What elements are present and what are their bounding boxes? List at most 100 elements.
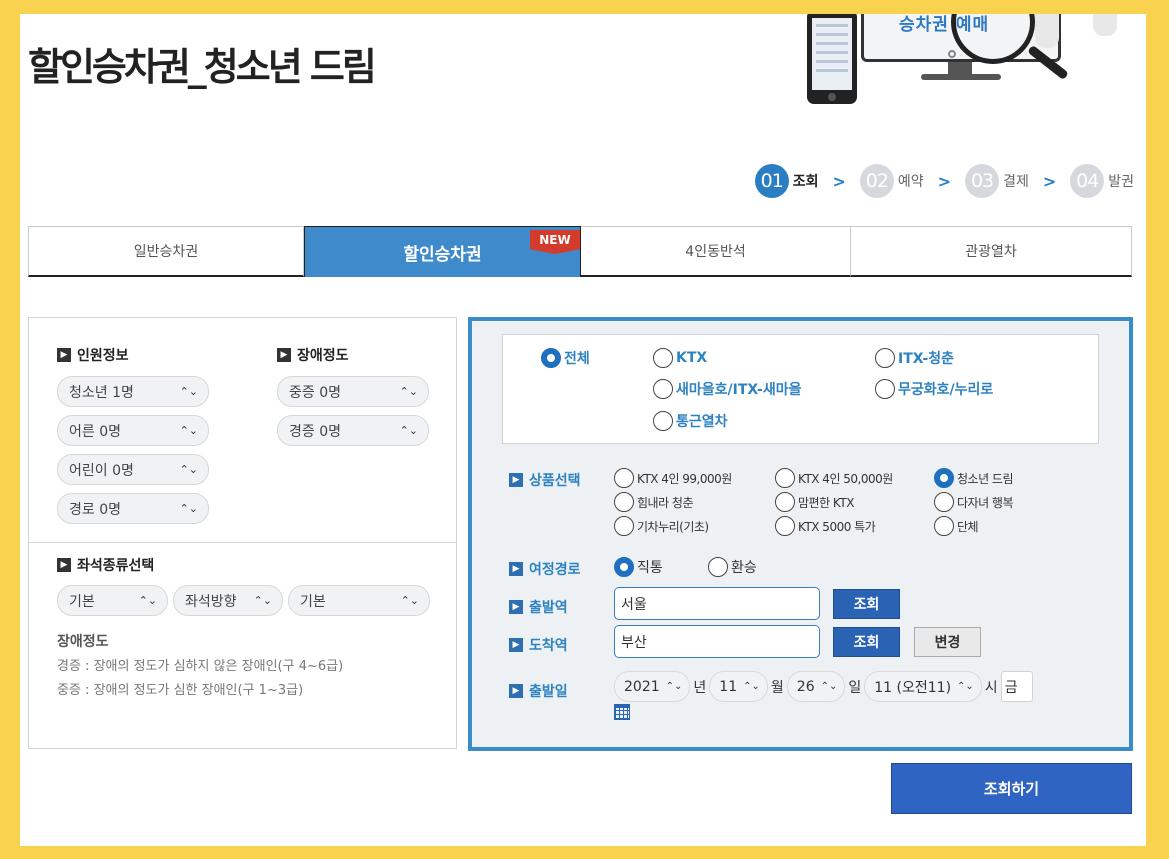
updown-chevron-icon: ⌃⌄	[820, 681, 838, 692]
bullet-icon: ▶	[509, 638, 523, 652]
senior-count-select[interactable]: 경로 0명 ⌃⌄	[57, 493, 209, 524]
updown-chevron-icon: ⌃⌄	[665, 681, 683, 692]
train-type-commuter-radio[interactable]: 통근열차	[653, 411, 728, 431]
departure-station-input[interactable]	[614, 587, 820, 620]
divider	[29, 542, 456, 543]
bullet-icon: ▶	[509, 684, 523, 698]
arrival-station-input[interactable]	[614, 625, 820, 658]
updown-chevron-icon: ⌃⌄	[400, 594, 419, 607]
new-badge: NEW	[530, 230, 580, 254]
step-1: 01 조회	[754, 164, 819, 198]
tab-general-ticket[interactable]: 일반승차권	[28, 226, 304, 277]
mild-disability-select[interactable]: 경증 0명 ⌃⌄	[277, 415, 429, 446]
bullet-icon: ▶	[57, 348, 71, 362]
tab-discount-ticket[interactable]: 할인승차권 NEW	[304, 226, 581, 277]
radio-indicator	[653, 379, 673, 399]
weekday-field: 금	[1000, 671, 1033, 702]
date-selector-row: 2021 ⌃⌄ 년 11 ⌃⌄ 월 26 ⌃⌄ 일 11 (오전11) ⌃⌄ 시 금	[614, 671, 1033, 702]
day-select[interactable]: 26 ⌃⌄	[786, 671, 846, 702]
ticket-type-tabs: 일반승차권 할인승차권 NEW 4인동반석 관광열차	[28, 226, 1132, 277]
youth-count-select[interactable]: 청소년 1명 ⌃⌄	[57, 376, 209, 407]
note-line-mild: 경증 : 장애의 정도가 심하지 않은 장애인(구 4~6급)	[57, 659, 344, 674]
train-type-all-radio[interactable]: 전체	[541, 348, 590, 368]
step-4: 04 발권	[1070, 164, 1134, 198]
radio-indicator	[653, 348, 673, 368]
year-select[interactable]: 2021 ⌃⌄	[614, 671, 691, 702]
departure-label: ▶ 출발역	[509, 597, 568, 617]
route-transfer-radio[interactable]: 환승	[708, 557, 757, 577]
updown-chevron-icon: ⌃⌄	[399, 385, 418, 398]
radio-indicator	[875, 348, 895, 368]
train-type-itx-cheongchun-radio[interactable]: ITX-청춘	[875, 348, 954, 368]
radio-indicator	[541, 348, 561, 368]
hour-select[interactable]: 11 (오전11) ⌃⌄	[864, 671, 982, 702]
seat-type-title: ▶ 좌석종류선택	[57, 555, 154, 575]
monitor-power-dot	[948, 50, 956, 58]
product-ktx4-99000-radio[interactable]: KTX 4인 99,000원	[614, 468, 732, 488]
product-train-nuri-radio[interactable]: 기차누리(기초)	[614, 516, 709, 536]
step-label: 조회	[792, 174, 819, 190]
phone-illustration	[807, 14, 857, 104]
updown-chevron-icon: ⌃⌄	[399, 424, 418, 437]
tab-label: 할인승차권	[403, 244, 482, 265]
swap-stations-button[interactable]: 변경	[914, 627, 981, 657]
search-submit-button[interactable]: 조회하기	[891, 763, 1132, 814]
bullet-icon: ▶	[277, 348, 291, 362]
updown-chevron-icon: ⌃⌄	[138, 594, 157, 607]
product-youth-dream-radio[interactable]: 청소년 드림	[934, 468, 1014, 488]
tab-four-seat[interactable]: 4인동반석	[581, 226, 851, 277]
child-count-select[interactable]: 어린이 0명 ⌃⌄	[57, 454, 209, 485]
note-title: 장애정도	[57, 634, 109, 650]
product-ktx5000-radio[interactable]: KTX 5000 특가	[775, 516, 876, 536]
disability-title: ▶ 장애정도	[277, 345, 349, 365]
step-number: 04	[1070, 164, 1105, 198]
page-frame: 할인승차권_청소년 드림 승차권 예매 01 조회 > 02 예약 > 03 결…	[20, 14, 1146, 846]
updown-chevron-icon: ⌃⌄	[179, 385, 198, 398]
product-multi-child-radio[interactable]: 다자녀 행복	[934, 492, 1014, 512]
tab-tour-train[interactable]: 관광열차	[851, 226, 1132, 277]
updown-chevron-icon: ⌃⌄	[179, 463, 198, 476]
step-label: 결제	[1003, 174, 1029, 190]
step-2: 02 예약	[859, 164, 924, 198]
arrival-search-button[interactable]: 조회	[833, 627, 900, 657]
severe-disability-select[interactable]: 중증 0명 ⌃⌄	[277, 376, 429, 407]
updown-chevron-icon: ⌃⌄	[957, 681, 974, 692]
train-type-ktx-radio[interactable]: KTX	[653, 348, 707, 368]
calendar-icon[interactable]	[614, 704, 630, 720]
passenger-info-title: ▶ 인원정보	[57, 345, 129, 365]
bullet-icon: ▶	[57, 558, 71, 572]
cup-illustration-2	[1093, 14, 1117, 36]
step-number: 02	[859, 164, 894, 198]
step-label: 발권	[1108, 174, 1134, 190]
route-direct-radio[interactable]: 직통	[614, 557, 663, 577]
search-form-panel: 전체 KTX ITX-청춘 새마을호/ITX-새마을 무궁화호/누리로 통근열차…	[468, 317, 1133, 751]
seat-position-select[interactable]: 기본 ⌃⌄	[288, 585, 430, 616]
step-number: 03	[965, 164, 1000, 198]
seat-direction-select[interactable]: 좌석방향 ⌃⌄	[173, 585, 283, 616]
seat-class-select[interactable]: 기본 ⌃⌄	[57, 585, 168, 616]
step-number: 01	[754, 164, 789, 198]
bullet-icon: ▶	[509, 600, 523, 614]
chevron-right-icon: >	[1042, 171, 1057, 191]
bullet-icon: ▶	[509, 473, 523, 487]
note-line-severe: 중증 : 장애의 정도가 심한 장애인(구 1~3급)	[57, 683, 304, 698]
passenger-panel: ▶ 인원정보 ▶ 장애정도 청소년 1명 ⌃⌄ 어른 0명 ⌃⌄ 어린이 0명 ⌃⌄ …	[28, 317, 457, 749]
train-type-mugunghwa-radio[interactable]: 무궁화호/누리로	[875, 379, 993, 399]
product-cheer-youth-radio[interactable]: 힘내라 청춘	[614, 492, 694, 512]
month-select[interactable]: 11 ⌃⌄	[709, 671, 768, 702]
adult-count-select[interactable]: 어른 0명 ⌃⌄	[57, 415, 209, 446]
step-3: 03 결제	[965, 164, 1029, 198]
step-label: 예약	[897, 174, 924, 190]
updown-chevron-icon: ⌃⌄	[253, 594, 272, 607]
product-comfy-ktx-radio[interactable]: 맘편한 KTX	[775, 492, 854, 512]
date-label: ▶ 출발일	[509, 681, 568, 701]
product-group-radio[interactable]: 단체	[934, 516, 979, 536]
departure-search-button[interactable]: 조회	[833, 589, 900, 619]
train-type-saemaeul-radio[interactable]: 새마을호/ITX-새마을	[653, 379, 802, 399]
chevron-right-icon: >	[937, 171, 952, 191]
updown-chevron-icon: ⌃⌄	[179, 424, 198, 437]
product-ktx4-50000-radio[interactable]: KTX 4인 50,000원	[775, 468, 893, 488]
route-label: ▶ 여정경로	[509, 559, 581, 579]
arrival-label: ▶ 도착역	[509, 635, 568, 655]
radio-indicator	[875, 379, 895, 399]
